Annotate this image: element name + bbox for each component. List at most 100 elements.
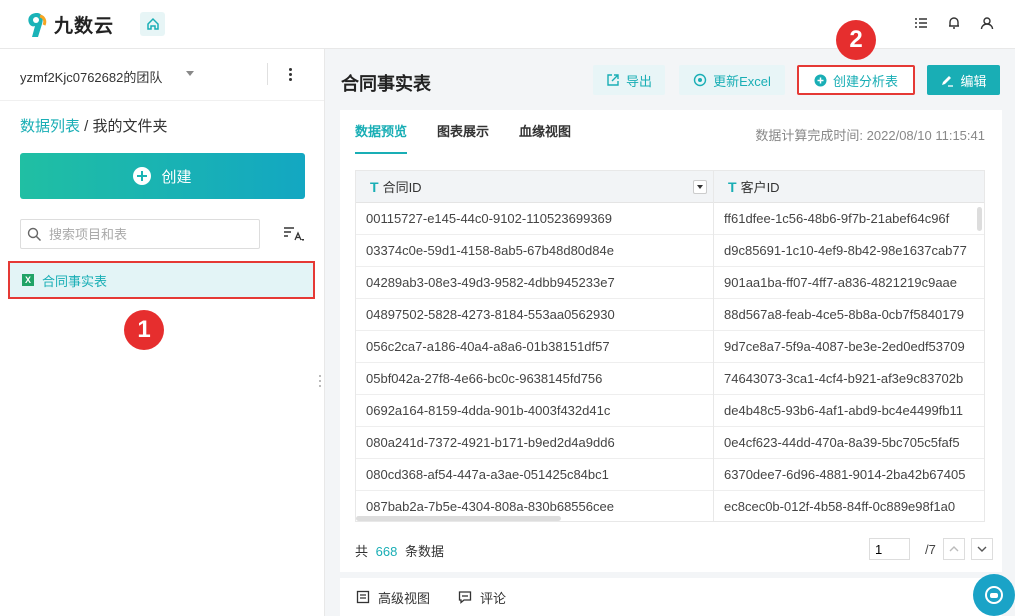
record-count: 共 668 条数据 — [355, 541, 444, 560]
create-button[interactable]: 创建 — [20, 153, 305, 199]
column-header-customer-id[interactable]: T 客户ID — [714, 171, 984, 203]
table-row[interactable]: 080cd368-af54-447a-a3ae-051425c84bc1 6370… — [356, 459, 984, 491]
prev-page-button[interactable] — [943, 538, 965, 560]
page-number-input[interactable] — [869, 538, 910, 560]
cell-customer-id[interactable]: 901aa1ba-ff07-4ff7-a836-4821219c9aae — [724, 275, 979, 290]
cell-contract-id[interactable]: 00115727-e145-44c0-9102-110523699369 — [366, 211, 706, 226]
table-row[interactable]: 05bf042a-27f8-4e66-bc0c-9638145fd756 7464… — [356, 363, 984, 395]
cell-customer-id[interactable]: d9c85691-1c10-4ef9-8b42-98e1637cab77 — [724, 243, 979, 258]
comments-label: 评论 — [480, 590, 507, 606]
cell-contract-id[interactable]: 04897502-5828-4273-8184-553aa0562930 — [366, 307, 706, 322]
chevron-up-icon — [949, 546, 959, 552]
breadcrumb-separator: / — [80, 118, 93, 135]
notification-bell-icon[interactable] — [946, 14, 962, 32]
column-dropdown-icon[interactable] — [693, 180, 707, 194]
step-marker-1: 1 — [124, 310, 164, 350]
record-count-suffix: 条数据 — [404, 544, 444, 559]
search-box[interactable] — [20, 219, 260, 249]
data-preview-panel: 数据预览 图表展示 血缘视图 数据计算完成时间: 2022/08/10 11:1… — [340, 110, 1002, 572]
create-button-label: 创建 — [161, 168, 192, 186]
bottom-bar: 高级视图 评论 — [340, 578, 1002, 616]
sort-icon[interactable] — [282, 225, 305, 243]
record-count-value: 668 — [375, 544, 398, 559]
export-icon — [607, 74, 619, 86]
search-icon — [27, 227, 42, 242]
export-button[interactable]: 导出 — [593, 65, 665, 95]
calc-time-label: 数据计算完成时间: — [755, 128, 864, 143]
table-row[interactable]: 0692a164-8159-4dda-901b-4003f432d41c de4b… — [356, 395, 984, 427]
table-row[interactable]: 00115727-e145-44c0-9102-110523699369 ff61… — [356, 203, 984, 235]
cell-contract-id[interactable]: 080a241d-7372-4921-b171-b9ed2d4a9dd6 — [366, 435, 706, 450]
advanced-view-button[interactable]: 高级视图 — [356, 588, 430, 607]
team-dropdown-icon[interactable] — [186, 71, 194, 76]
column-header-label: 合同ID — [382, 180, 422, 195]
cell-contract-id[interactable]: 04289ab3-08e3-49d3-9582-4dbb945233e7 — [366, 275, 706, 290]
tab-chart-display[interactable]: 图表展示 — [437, 110, 489, 154]
cell-contract-id[interactable]: 05bf042a-27f8-4e66-bc0c-9638145fd756 — [366, 371, 706, 386]
export-label: 导出 — [625, 73, 652, 89]
table-row[interactable]: 056c2ca7-a186-40a4-a8a6-01b38151df57 9d7c… — [356, 331, 984, 363]
divider — [267, 63, 268, 85]
breadcrumb-data-list[interactable]: 数据列表 — [20, 118, 80, 135]
sidebar: yzmf2Kjc0762682的团队 数据列表 / 我的文件夹 创建 X 合同事… — [0, 49, 325, 616]
next-page-button[interactable] — [971, 538, 993, 560]
add-circle-icon — [814, 74, 827, 86]
cell-customer-id[interactable]: ec8cec0b-012f-4b58-84ff-0c889e98f1a0 — [724, 499, 979, 514]
cell-contract-id[interactable]: 056c2ca7-a186-40a4-a8a6-01b38151df57 — [366, 339, 706, 354]
search-input[interactable] — [49, 225, 254, 243]
cell-customer-id[interactable]: 9d7ce8a7-5f9a-4087-be3e-2ed0edf53709 — [724, 339, 979, 354]
tab-data-preview[interactable]: 数据预览 — [355, 110, 408, 154]
cell-contract-id[interactable]: 087bab2a-7b5e-4304-808a-830b68556cee — [366, 499, 706, 514]
horizontal-scrollbar[interactable] — [356, 516, 561, 521]
cell-contract-id[interactable]: 03374c0e-59d1-4158-8ab5-67b48d80d84e — [366, 243, 706, 258]
user-account-icon[interactable] — [979, 14, 995, 32]
chat-headset-icon — [985, 586, 1003, 604]
cell-contract-id[interactable]: 0692a164-8159-4dda-901b-4003f432d41c — [366, 403, 706, 418]
resize-handle[interactable] — [319, 375, 323, 387]
excel-file-icon: X — [22, 274, 34, 286]
home-icon — [146, 17, 159, 30]
table-row[interactable]: 04289ab3-08e3-49d3-9582-4dbb945233e7 901a… — [356, 267, 984, 299]
brand-name: 九数云 — [54, 16, 115, 37]
table-row[interactable]: 04897502-5828-4273-8184-553aa0562930 88d5… — [356, 299, 984, 331]
task-list-icon[interactable] — [913, 14, 929, 32]
breadcrumb-current: 我的文件夹 — [92, 118, 168, 135]
cell-customer-id[interactable]: de4b48c5-93b6-4af1-abd9-bc4e4499fb11 — [724, 403, 979, 418]
column-header-contract-id[interactable]: T 合同ID — [356, 171, 713, 203]
column-header-label: 客户ID — [740, 180, 780, 195]
calc-time: 数据计算完成时间: 2022/08/10 11:15:41 — [755, 125, 985, 144]
update-excel-label: 更新Excel — [713, 73, 771, 89]
support-chat-button[interactable] — [973, 574, 1015, 616]
table-row[interactable]: 080a241d-7372-4921-b171-b9ed2d4a9dd6 0e4c… — [356, 427, 984, 459]
cell-customer-id[interactable]: 88d567a8-feab-4ce5-8b8a-0cb7f5840179 — [724, 307, 979, 322]
text-type-icon: T — [370, 178, 379, 195]
vertical-scrollbar[interactable] — [977, 207, 982, 231]
home-button[interactable] — [140, 12, 165, 36]
cell-customer-id[interactable]: 0e4cf623-44dd-470a-8a39-5bc705c5faf5 — [724, 435, 979, 450]
cell-customer-id[interactable]: 74643073-3ca1-4cf4-b921-af3e9c83702b — [724, 371, 979, 386]
edit-button[interactable]: 编辑 — [927, 65, 1000, 95]
team-selector[interactable]: yzmf2Kjc0762682的团队 — [0, 49, 324, 101]
brand-logo[interactable]: 九数云 — [26, 11, 114, 38]
page-total: /7 — [925, 542, 936, 557]
refresh-icon — [693, 73, 707, 87]
advanced-view-label: 高级视图 — [378, 590, 431, 606]
update-excel-button[interactable]: 更新Excel — [679, 65, 785, 95]
view-tabs: 数据预览 图表展示 血缘视图 — [355, 110, 571, 154]
create-analysis-table-button[interactable]: 创建分析表 — [797, 65, 915, 95]
table-row[interactable]: 03374c0e-59d1-4158-8ab5-67b48d80d84e d9c8… — [356, 235, 984, 267]
create-analysis-label: 创建分析表 — [832, 73, 898, 89]
tab-lineage-view[interactable]: 血缘视图 — [519, 110, 571, 154]
breadcrumb: 数据列表 / 我的文件夹 — [20, 115, 168, 136]
cell-customer-id[interactable]: ff61dfee-1c56-48b6-9f7b-21abef64c96f — [724, 211, 979, 226]
comments-button[interactable]: 评论 — [458, 588, 506, 607]
edit-pencil-icon — [942, 76, 954, 87]
cell-customer-id[interactable]: 6370dee7-6d96-4881-9014-2ba42b67405 — [724, 467, 979, 482]
data-table: T 合同ID T 客户ID 00115727-e145-44c0-9102-11… — [355, 170, 985, 522]
more-options-icon[interactable] — [283, 64, 297, 84]
cell-contract-id[interactable]: 080cd368-af54-447a-a3ae-051425c84bc1 — [366, 467, 706, 482]
brand-logo-icon — [28, 12, 47, 37]
team-name[interactable]: yzmf2Kjc0762682的团队 — [20, 67, 162, 86]
sidebar-file-item[interactable]: X 合同事实表 — [8, 261, 315, 299]
record-count-prefix: 共 — [355, 544, 369, 559]
